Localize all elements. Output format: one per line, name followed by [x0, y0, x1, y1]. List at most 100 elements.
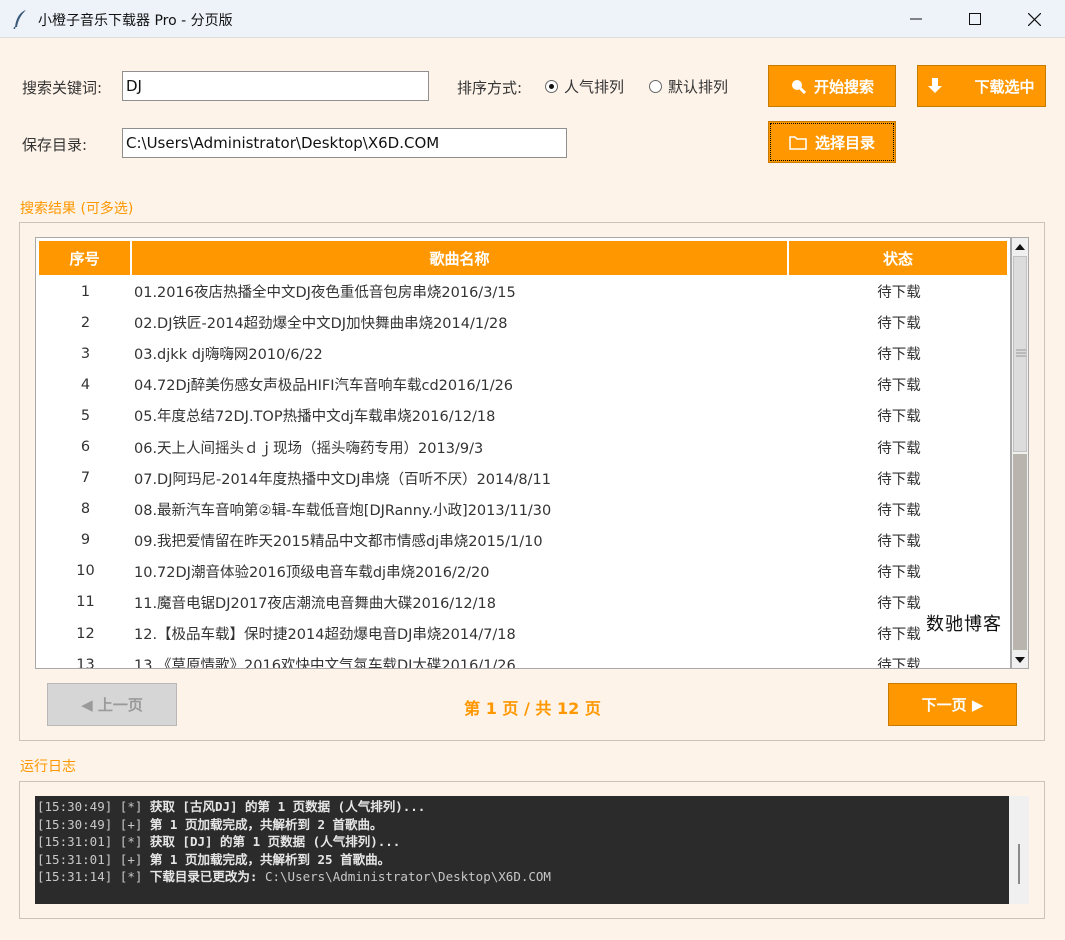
- search-input[interactable]: DJ: [122, 71, 429, 101]
- row-song-name: 03.djkk dj嗨嗨网2010/6/22: [134, 347, 323, 364]
- column-header-status[interactable]: 状态: [789, 241, 1007, 275]
- row-index: 2: [80, 314, 91, 331]
- row-song-name: 12.【极品车载】保时捷2014超劲爆电音DJ串烧2014/7/18: [134, 627, 516, 644]
- row-status: 待下载: [877, 316, 921, 333]
- row-status: 待下载: [877, 440, 921, 457]
- log-line: [15:31:01] [*] 获取 [DJ] 的第 1 页数据 (人气排列)..…: [37, 834, 401, 849]
- table-row[interactable]: 1 01.2016夜店热播全中文DJ夜色重低音包房串烧2016/3/15 待下载: [39, 276, 1009, 307]
- window-title: 小橙子音乐下载器 Pro - 分页版: [38, 13, 233, 29]
- log-section-title: 运行日志: [20, 759, 76, 775]
- row-index: 9: [80, 532, 91, 549]
- scroll-up-button[interactable]: [1012, 238, 1028, 255]
- table-row[interactable]: 8 08.最新汽车音响第②辑-车载低音炮[DJRanny.小政]2013/11/3…: [39, 494, 1009, 525]
- row-song-name: 02.DJ铁匠-2014超劲爆全中文DJ加快舞曲串烧2014/1/28: [134, 316, 508, 333]
- row-index: 1: [80, 283, 91, 300]
- results-section-title: 搜索结果 (可多选): [20, 201, 134, 217]
- scrollbar-track[interactable]: [1013, 454, 1027, 650]
- row-status: 待下载: [877, 471, 921, 488]
- row-song-name: 13.《草原情歌》2016欢快中文气氛车载DJ大碟2016/1/26: [134, 658, 516, 669]
- results-table[interactable]: 序号 歌曲名称 状态 1 01.2016夜店热播全中文DJ夜色重低音包房串烧201…: [35, 237, 1011, 669]
- close-button[interactable]: [1011, 0, 1057, 38]
- grip-icon: [1016, 349, 1026, 357]
- table-row[interactable]: 11 11.魔音电锯DJ2017夜店潮流电音舞曲大碟2016/12/18 待下载: [39, 587, 1009, 618]
- table-header: 序号 歌曲名称 状态: [39, 241, 1007, 275]
- download-arrow-icon: [928, 78, 943, 93]
- prev-page-button[interactable]: ◀ 上一页: [47, 683, 177, 726]
- table-row[interactable]: 4 04.72Dj醉美伤感女声极品HIFI汽车音响车载cd2016/1/26 待下载: [39, 369, 1009, 400]
- page-info: 第 1 页 / 共 12 页: [464, 699, 601, 718]
- table-row[interactable]: 6 06.天上人间摇头ｄｊ现场（摇头嗨药专用）2013/9/3 待下载: [39, 431, 1009, 462]
- sort-radio-popular[interactable]: 人气排列: [545, 76, 624, 97]
- row-song-name: 09.我把爱情留在昨天2015精品中文都市情感dj串烧2015/1/10: [134, 533, 543, 550]
- choose-dir-label: 选择目录: [814, 133, 875, 152]
- row-index: 8: [80, 501, 91, 518]
- maximize-button[interactable]: [952, 0, 998, 38]
- next-page-button[interactable]: 下一页 ▶: [888, 683, 1017, 726]
- close-icon: [1027, 12, 1041, 26]
- minimize-button[interactable]: [893, 0, 939, 38]
- radio-unselected-icon: [649, 80, 662, 93]
- sort-option-label: 人气排列: [564, 78, 625, 96]
- start-search-button[interactable]: 开始搜索: [768, 65, 896, 107]
- row-index: 3: [80, 345, 91, 362]
- minimize-icon: [910, 18, 922, 20]
- table-row[interactable]: 13 13.《草原情歌》2016欢快中文气氛车载DJ大碟2016/1/26 待下载: [39, 649, 1009, 669]
- maximize-icon: [969, 13, 981, 25]
- log-scrollbar[interactable]: [1009, 796, 1029, 904]
- scrollbar-thumb[interactable]: [1013, 256, 1027, 452]
- next-page-label: 下一页 ▶: [921, 696, 984, 714]
- table-row[interactable]: 12 12.【极品车载】保时捷2014超劲爆电音DJ串烧2014/7/18 待下载: [39, 618, 1009, 649]
- row-index: 7: [80, 470, 91, 487]
- column-header-index[interactable]: 序号: [39, 241, 132, 275]
- row-song-name: 05.年度总结72DJ.TOP热播中文dj车载串烧2016/12/18: [134, 409, 496, 426]
- scroll-down-button[interactable]: [1012, 651, 1028, 668]
- table-row[interactable]: 5 05.年度总结72DJ.TOP热播中文dj车载串烧2016/12/18 待下载: [39, 400, 1009, 431]
- log-line: [15:31:01] [+] 第 1 页加载完成，共解析到 25 首歌曲。: [37, 851, 391, 867]
- search-keyword-label: 搜索关键词:: [22, 79, 103, 97]
- row-status: 待下载: [877, 378, 921, 395]
- row-index: 13: [76, 656, 95, 669]
- sort-radio-default[interactable]: 默认排列: [649, 76, 728, 97]
- row-song-name: 04.72Dj醉美伤感女声极品HIFI汽车音响车载cd2016/1/26: [134, 378, 514, 395]
- row-song-name: 06.天上人间摇头ｄｊ现场（摇头嗨药专用）2013/9/3: [134, 440, 484, 457]
- save-dir-input[interactable]: C:\Users\Administrator\Desktop\X6D.COM: [122, 128, 567, 158]
- results-scrollbar[interactable]: [1011, 237, 1029, 669]
- table-row[interactable]: 7 07.DJ阿玛尼-2014年度热播中文DJ串烧（百听不厌）2014/8/11 待…: [39, 463, 1009, 494]
- table-row[interactable]: 2 02.DJ铁匠-2014超劲爆全中文DJ加快舞曲串烧2014/1/28 待下载: [39, 307, 1009, 338]
- triangle-up-icon: [1015, 243, 1025, 250]
- row-index: 6: [80, 439, 91, 456]
- log-scrollbar-thumb[interactable]: [1018, 844, 1020, 884]
- row-index: 12: [76, 625, 95, 642]
- row-index: 4: [80, 376, 91, 393]
- title-bar: 小橙子音乐下载器 Pro - 分页版: [0, 0, 1065, 38]
- sort-label: 排序方式:: [457, 79, 523, 97]
- table-row[interactable]: 9 09.我把爱情留在昨天2015精品中文都市情感dj串烧2015/1/10 待下载: [39, 525, 1009, 556]
- row-status: 待下载: [877, 564, 921, 581]
- log-line: [15:30:49] [*] 获取 [古风DJ] 的第 1 页数据 (人气排列)…: [37, 799, 426, 814]
- sort-option-label: 默认排列: [668, 78, 729, 96]
- row-status: 待下载: [877, 502, 921, 519]
- table-row[interactable]: 3 03.djkk dj嗨嗨网2010/6/22 待下载: [39, 338, 1009, 369]
- row-song-name: 07.DJ阿玛尼-2014年度热播中文DJ串烧（百听不厌）2014/8/11: [134, 471, 551, 488]
- save-dir-label: 保存目录:: [22, 136, 88, 154]
- choose-dir-button[interactable]: 选择目录: [768, 121, 896, 163]
- triangle-down-icon: [1015, 656, 1025, 663]
- row-song-name: 08.最新汽车音响第②辑-车载低音炮[DJRanny.小政]2013/11/30: [134, 502, 552, 519]
- log-line: [15:31:14] [*] 下载目录已更改为: C:\Users\Admini…: [37, 869, 551, 884]
- radio-selected-icon: [545, 80, 558, 93]
- row-status: 待下载: [877, 533, 921, 550]
- folder-icon: [789, 135, 807, 150]
- row-index: 10: [76, 563, 95, 580]
- column-header-song-name[interactable]: 歌曲名称: [132, 241, 789, 275]
- row-index: 11: [76, 594, 95, 611]
- download-selected-label: 下载选中: [974, 77, 1035, 96]
- row-song-name: 01.2016夜店热播全中文DJ夜色重低音包房串烧2016/3/15: [134, 285, 516, 302]
- table-row[interactable]: 10 10.72DJ潮音体验2016顶级电音车载dj串烧2016/2/20 待下载: [39, 556, 1009, 587]
- start-search-label: 开始搜索: [813, 77, 874, 96]
- row-status: 待下载: [877, 285, 921, 302]
- row-status: 待下载: [877, 347, 921, 364]
- row-status: 待下载: [877, 409, 921, 426]
- log-console[interactable]: [15:30:49] [*] 获取 [古风DJ] 的第 1 页数据 (人气排列)…: [35, 796, 1009, 904]
- row-song-name: 10.72DJ潮音体验2016顶级电音车载dj串烧2016/2/20: [134, 564, 490, 581]
- download-selected-button[interactable]: 下载选中: [917, 65, 1046, 107]
